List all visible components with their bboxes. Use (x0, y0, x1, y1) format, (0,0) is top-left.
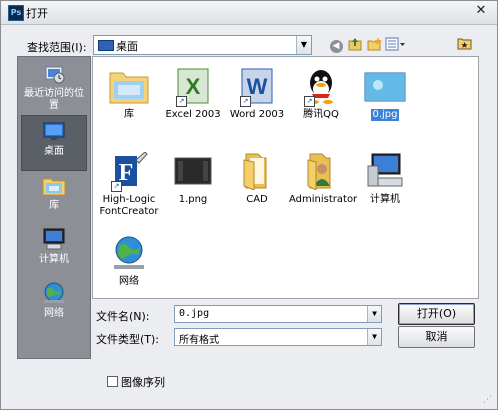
libraries-folder-icon (109, 72, 149, 104)
excel-icon: X ↗ (174, 67, 212, 107)
shortcut-arrow-icon: ↗ (240, 96, 251, 107)
file-name: Word 2003 (229, 109, 285, 120)
look-in-dropdown[interactable]: 桌面 ▼ (93, 35, 312, 55)
file-name: 网络 (119, 276, 139, 287)
file-item-administrator[interactable]: Administrator (288, 152, 357, 206)
file-item-1-png[interactable]: 1.png (160, 152, 226, 206)
folder-icon (243, 153, 267, 190)
image-sequence-label: 图像序列 (121, 376, 165, 389)
word-icon: W ↗ (238, 67, 276, 107)
file-item-libraries[interactable]: 库 (96, 67, 162, 121)
file-type-select[interactable]: 所有格式 ▼ (174, 328, 382, 346)
place-label: 库 (49, 200, 59, 211)
file-item-network[interactable]: 网络 (96, 234, 162, 288)
photoshop-icon: Ps (8, 5, 24, 21)
open-dialog: Ps 打开 ✕ 查找范围(I): 桌面 ▼ ◀ 最近访问的位置 桌面 库 计算机… (0, 0, 498, 410)
network-icon (114, 236, 144, 269)
close-button[interactable]: ✕ (473, 3, 489, 19)
file-type-value: 所有格式 (179, 335, 219, 346)
chevron-down-icon[interactable]: ▼ (367, 306, 381, 322)
file-item-fontcreator[interactable]: F ↗ High-Logic FontCreator (96, 151, 162, 218)
fontcreator-icon: F ↗ (109, 151, 149, 192)
file-item-word[interactable]: W ↗ Word 2003 (224, 67, 290, 121)
computer-icon (367, 153, 403, 187)
file-name-value: 0.jpg (179, 308, 210, 319)
place-label: 桌面 (44, 146, 64, 157)
place-label: 最近访问的位置 (24, 88, 84, 111)
place-libraries[interactable]: 库 (18, 173, 90, 212)
back-button[interactable]: ◀ (328, 37, 344, 53)
image-sequence-checkbox[interactable] (107, 376, 118, 387)
chevron-down-icon[interactable]: ▼ (367, 329, 381, 345)
cancel-button[interactable]: 取消 (398, 326, 475, 348)
title-bar: Ps 打开 ✕ (1, 1, 497, 25)
file-name: 1.png (178, 194, 208, 205)
file-name: Administrator (289, 194, 358, 205)
view-menu-icon (385, 37, 405, 51)
file-name: Excel 2003 (165, 109, 221, 120)
new-folder-icon (367, 37, 382, 51)
file-name: 库 (124, 109, 134, 120)
desktop-icon (98, 40, 114, 51)
shortcut-arrow-icon: ↗ (304, 96, 315, 107)
image-thumbnail-icon (364, 72, 406, 102)
chevron-down-icon[interactable]: ▼ (296, 36, 311, 54)
computer-icon (43, 228, 65, 250)
libraries-icon (42, 178, 66, 196)
file-name: 0.jpg (371, 109, 399, 121)
back-arrow-icon: ◀ (329, 40, 343, 53)
desktop-icon (43, 122, 65, 140)
file-type-label: 文件类型(T): (96, 333, 160, 346)
look-in-label: 查找范围(I): (27, 41, 87, 54)
up-one-level-button[interactable] (347, 37, 363, 53)
file-item-cad[interactable]: CAD (224, 152, 290, 206)
png-thumbnail-icon (174, 157, 212, 185)
look-in-value: 桌面 (116, 40, 138, 53)
dialog-title: 打开 (26, 7, 48, 20)
place-computer[interactable]: 计算机 (18, 227, 90, 266)
go-to-desktop-button[interactable] (456, 37, 472, 53)
up-folder-icon (348, 38, 362, 51)
file-item-qq[interactable]: ↗ 腾讯QQ (288, 67, 354, 121)
new-folder-button[interactable] (366, 37, 382, 53)
view-menu-button[interactable] (385, 37, 407, 53)
resize-grip-icon[interactable]: ⋰ (483, 395, 493, 405)
shortcut-arrow-icon: ↗ (111, 181, 122, 192)
place-recent[interactable]: 最近访问的位置 (18, 63, 90, 112)
file-name: High-Logic FontCreator (99, 194, 159, 217)
places-bar: 最近访问的位置 桌面 库 计算机 网络 (17, 56, 91, 359)
file-name: 计算机 (370, 194, 400, 205)
place-label: 计算机 (39, 254, 69, 265)
file-name: 腾讯QQ (303, 109, 339, 120)
open-button[interactable]: 打开(O) (398, 303, 475, 325)
file-name-label: 文件名(N): (96, 310, 150, 323)
folder-star-icon (457, 38, 471, 50)
place-network[interactable]: 网络 (18, 281, 90, 320)
file-item-0-jpg[interactable]: 0.jpg (352, 67, 418, 121)
recent-places-icon (45, 66, 65, 84)
user-folder-icon (307, 153, 331, 190)
file-name: CAD (246, 194, 268, 205)
file-item-excel[interactable]: X ↗ Excel 2003 (160, 67, 226, 121)
network-icon (44, 282, 64, 303)
file-name-input[interactable]: 0.jpg ▼ (174, 305, 382, 323)
place-label: 网络 (44, 308, 64, 319)
file-item-computer[interactable]: 计算机 (352, 152, 418, 206)
shortcut-arrow-icon: ↗ (176, 96, 187, 107)
file-list: 库 X ↗ Excel 2003 W ↗ Word 2003 ↗ 腾讯QQ 0.… (92, 56, 479, 299)
qq-icon: ↗ (302, 67, 340, 107)
svg-text:X: X (186, 74, 201, 99)
place-desktop[interactable]: 桌面 (18, 115, 90, 171)
